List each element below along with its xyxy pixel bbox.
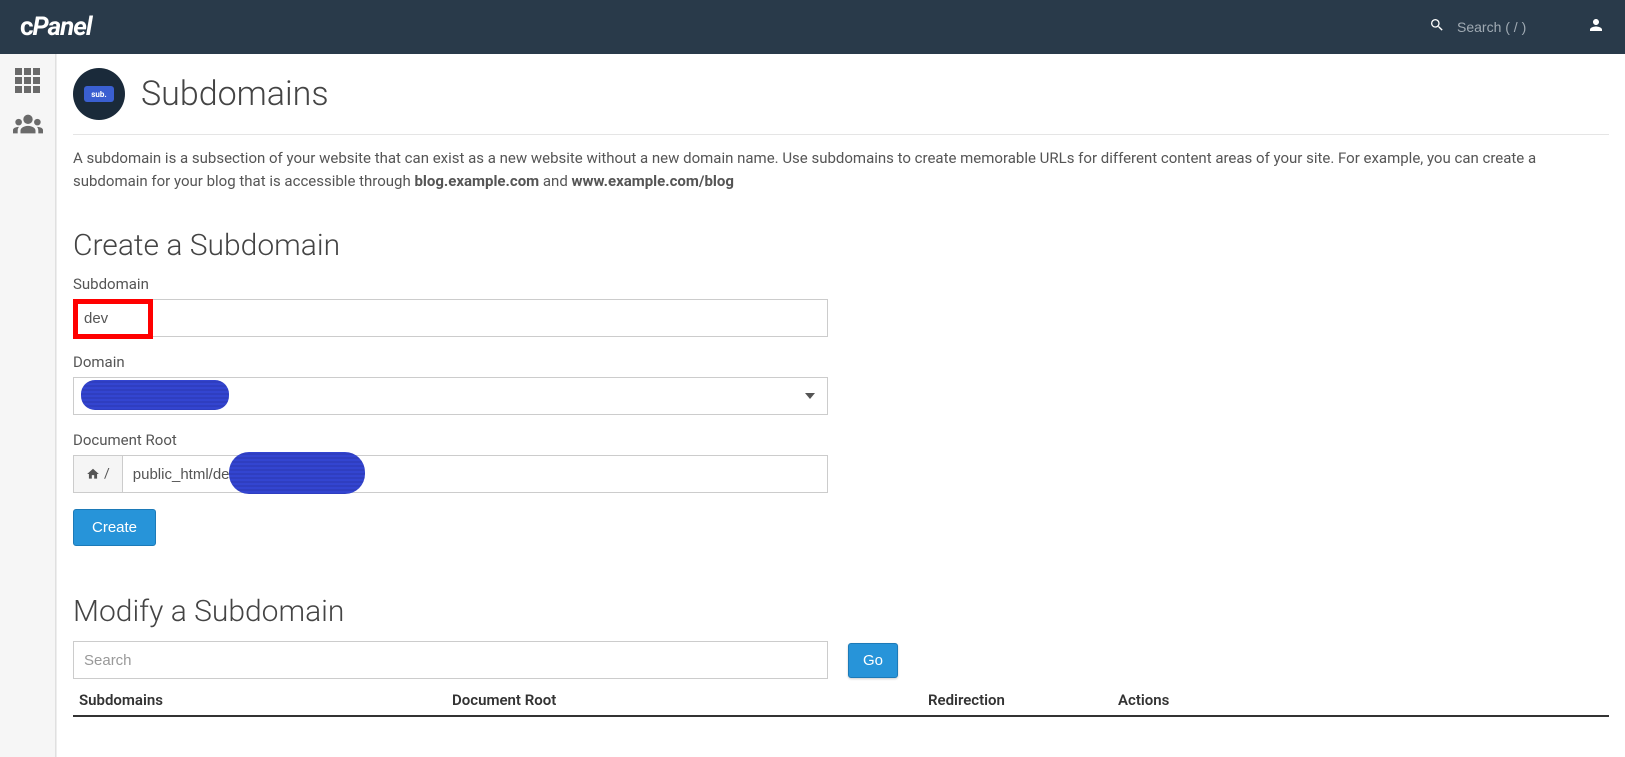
page-title: Subdomains [141, 74, 329, 114]
header-search-input[interactable] [1457, 19, 1567, 35]
subdomain-input[interactable] [73, 299, 828, 337]
docroot-home-addon: / [73, 455, 122, 493]
docroot-input[interactable] [122, 455, 828, 493]
table-header: Subdomains Document Root Redirection Act… [73, 691, 1609, 717]
header-right [1429, 16, 1605, 39]
desc-mid: and [539, 172, 571, 190]
desc-text: A subdomain is a subsection of your webs… [73, 149, 1536, 190]
modify-heading: Modify a Subdomain [73, 594, 1609, 629]
create-button[interactable]: Create [73, 509, 156, 546]
apps-grid-icon[interactable] [15, 68, 40, 93]
subdomain-page-icon: sub. [73, 68, 125, 120]
main-content: sub. Subdomains A subdomain is a subsect… [56, 54, 1625, 757]
redaction-overlay [229, 452, 365, 494]
subdomain-label: Subdomain [73, 275, 1609, 293]
page-description: A subdomain is a subsection of your webs… [73, 134, 1609, 192]
desc-bold1: blog.example.com [414, 172, 539, 190]
users-icon[interactable] [13, 113, 43, 141]
docroot-label: Document Root [73, 431, 1609, 449]
col-actions[interactable]: Actions [1118, 691, 1609, 709]
search-icon[interactable] [1429, 17, 1445, 37]
col-document-root[interactable]: Document Root [452, 691, 928, 709]
domain-label: Domain [73, 353, 1609, 371]
col-subdomains[interactable]: Subdomains [73, 691, 452, 709]
go-button[interactable]: Go [848, 643, 898, 678]
create-heading: Create a Subdomain [73, 228, 1609, 263]
redaction-overlay [81, 380, 229, 410]
sidebar [0, 54, 56, 757]
page-header: sub. Subdomains [73, 68, 1609, 120]
top-header: cPanel [0, 0, 1625, 54]
docroot-slash: / [104, 466, 110, 482]
user-icon[interactable] [1587, 16, 1605, 39]
desc-bold2: www.example.com/blog [572, 172, 734, 190]
cpanel-logo[interactable]: cPanel [20, 12, 92, 42]
col-redirection[interactable]: Redirection [928, 691, 1118, 709]
modify-search-input[interactable] [73, 641, 828, 679]
home-icon [86, 467, 100, 481]
subdomain-icon-label: sub. [84, 86, 114, 102]
